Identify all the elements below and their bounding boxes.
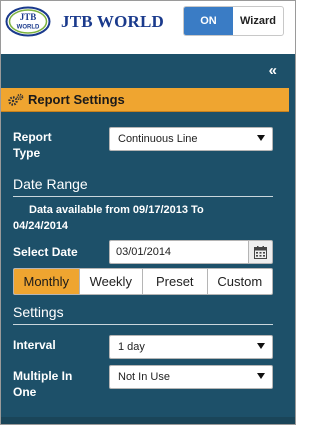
period-monthly-button[interactable]: Monthly (14, 269, 80, 294)
svg-text:WORLD: WORLD (17, 25, 40, 31)
header: JTB WORLD JTB WORLD ON Wizard (1, 1, 295, 42)
calendar-button[interactable] (248, 240, 273, 264)
date-note-line1: Data available from 09/17/2013 To (29, 204, 204, 216)
app-frame: JTB WORLD JTB WORLD ON Wizard « Report S… (0, 0, 296, 425)
jtb-logo-icon[interactable]: JTB WORLD (5, 6, 51, 37)
date-availability-note: Data available from 09/17/2013 To 04/24/… (13, 202, 279, 234)
multiple-in-one-label: Multiple In One (13, 368, 72, 400)
toggle-wizard-button[interactable]: Wizard (233, 7, 283, 35)
multiple-label-line2: One (13, 385, 37, 399)
settings-panel: « Report Settings Report Type Continuous… (1, 54, 295, 424)
report-type-value: Continuous Line (118, 133, 198, 145)
double-chevron-left-icon[interactable]: « (269, 62, 277, 79)
dropdown-arrow-icon (257, 343, 265, 349)
svg-text:JTB: JTB (20, 12, 37, 22)
select-date-input[interactable]: 03/01/2014 (109, 240, 249, 264)
settings-heading: Settings (13, 304, 64, 320)
dropdown-arrow-icon (257, 373, 265, 379)
report-type-label-line1: Report (13, 130, 52, 144)
multiple-label-line1: Multiple In (13, 369, 73, 383)
period-preset-button[interactable]: Preset (143, 269, 208, 294)
multiple-in-one-select[interactable]: Not In Use (109, 365, 273, 389)
interval-select[interactable]: 1 day (109, 335, 273, 359)
interval-label: Interval (13, 338, 56, 352)
period-selector: Monthly Weekly Preset Custom (13, 268, 273, 295)
date-range-divider (13, 196, 273, 197)
period-weekly-button[interactable]: Weekly (80, 269, 144, 294)
date-range-heading: Date Range (13, 176, 88, 192)
panel-bottom-bar (1, 417, 295, 424)
dropdown-arrow-icon (257, 135, 265, 141)
mode-toggle[interactable]: ON Wizard (183, 6, 284, 36)
report-settings-header[interactable]: Report Settings (1, 88, 289, 112)
gears-icon (8, 93, 24, 106)
multiple-in-one-value: Not In Use (118, 371, 170, 383)
panel-toolbar: « (1, 54, 289, 86)
report-type-label: Report Type (13, 129, 52, 161)
toggle-on-button[interactable]: ON (184, 7, 233, 35)
report-type-label-line2: Type (13, 146, 41, 160)
section-title: Report Settings (28, 92, 125, 107)
calendar-icon (254, 245, 267, 259)
select-date-label: Select Date (13, 245, 78, 259)
interval-value: 1 day (118, 341, 145, 353)
brand-name: JTB WORLD (61, 12, 165, 31)
settings-divider (13, 324, 273, 325)
report-type-select[interactable]: Continuous Line (109, 127, 273, 151)
period-custom-button[interactable]: Custom (208, 269, 272, 294)
date-note-line2: 04/24/2014 (13, 220, 69, 232)
